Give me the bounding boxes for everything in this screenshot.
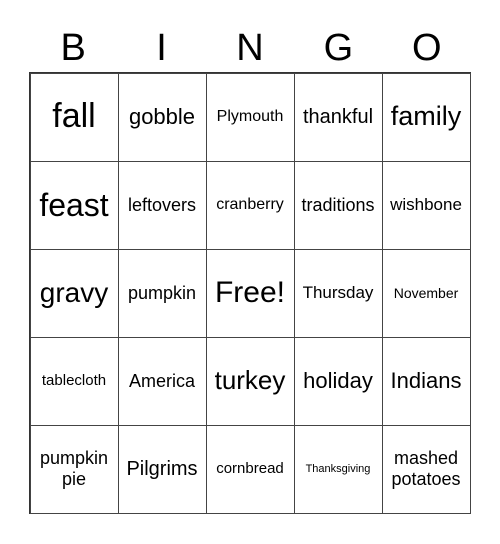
bingo-cell[interactable]: mashed potatoes <box>381 424 471 514</box>
header-letter: N <box>236 27 264 69</box>
header-letter: G <box>323 27 354 69</box>
bingo-cell[interactable]: pumpkin pie <box>29 424 119 514</box>
bingo-cell[interactable]: traditions <box>293 160 383 250</box>
bingo-cell[interactable]: holiday <box>293 336 383 426</box>
bingo-cell[interactable]: Thursday <box>293 248 383 338</box>
bingo-header: BINGO <box>29 26 471 70</box>
bingo-cell[interactable]: November <box>381 248 471 338</box>
bingo-cell[interactable]: Free! <box>205 248 295 338</box>
bingo-cell[interactable]: wishbone <box>381 160 471 250</box>
header-letter: O <box>411 27 442 69</box>
bingo-cell[interactable]: turkey <box>205 336 295 426</box>
bingo-cell[interactable]: America <box>117 336 207 426</box>
bingo-cell[interactable]: pumpkin <box>117 248 207 338</box>
bingo-grid: fall gobble Plymouth thankful family feast lef… <box>29 72 471 514</box>
bingo-cell[interactable]: Pilgrims <box>117 424 207 514</box>
bingo-cell[interactable]: gobble <box>117 72 207 162</box>
header-letter: B <box>60 27 86 69</box>
bingo-cell[interactable]: leftovers <box>117 160 207 250</box>
header-letter: I <box>156 27 167 69</box>
bingo-cell[interactable]: Plymouth <box>205 72 295 162</box>
bingo-cell[interactable]: cranberry <box>205 160 295 250</box>
bingo-cell[interactable]: cornbread <box>205 424 295 514</box>
bingo-cell[interactable]: thankful <box>293 72 383 162</box>
bingo-cell[interactable]: tablecloth <box>29 336 119 426</box>
bingo-cell[interactable]: feast <box>29 160 119 250</box>
bingo-cell[interactable]: gravy <box>29 248 119 338</box>
bingo-cell[interactable]: Thanksgiving <box>293 424 383 514</box>
bingo-cell[interactable]: family <box>381 72 471 162</box>
bingo-cell[interactable]: fall <box>29 72 119 162</box>
bingo-cell[interactable]: Indians <box>381 336 471 426</box>
